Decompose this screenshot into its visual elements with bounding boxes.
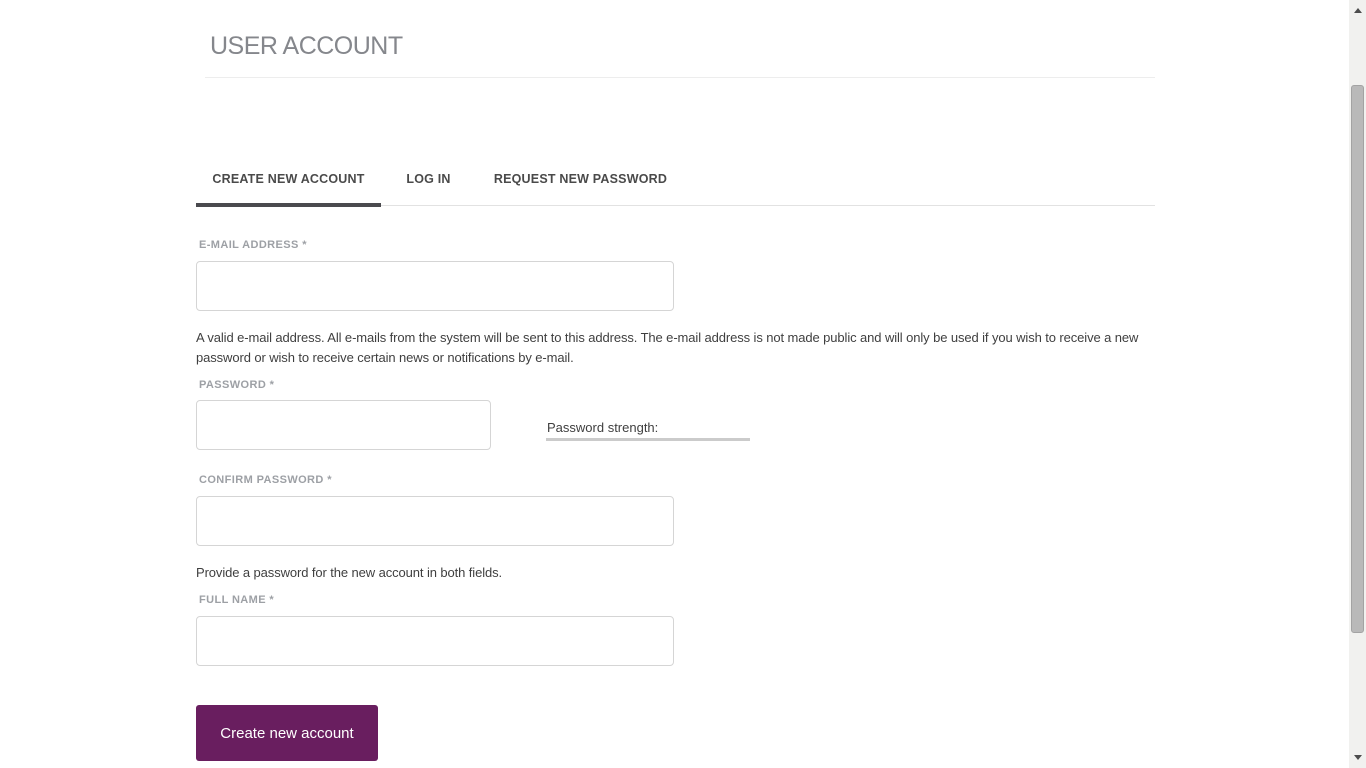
page-title: USER ACCOUNT — [210, 32, 403, 60]
password-field[interactable] — [196, 400, 491, 450]
email-help-text: A valid e-mail address. All e-mails from… — [196, 330, 1139, 365]
account-tabs: CREATE NEW ACCOUNT LOG IN REQUEST NEW PA… — [196, 150, 1155, 207]
confirm-password-label-text: CONFIRM PASSWORD — [199, 474, 324, 486]
password-strength-bar — [546, 438, 750, 441]
tab-create-new-account[interactable]: CREATE NEW ACCOUNT — [196, 150, 381, 207]
email-required-marker: * — [302, 239, 307, 251]
scrollbar-up-arrow-icon[interactable] — [1353, 8, 1362, 13]
tab-request-new-password[interactable]: REQUEST NEW PASSWORD — [476, 150, 685, 206]
full-name-label-text: FULL NAME — [199, 594, 266, 606]
confirm-password-label: CONFIRM PASSWORD * — [199, 474, 332, 486]
password-required-marker: * — [269, 379, 275, 391]
password-strength-label: Password strength: — [547, 420, 659, 435]
confirm-password-required-marker: * — [327, 474, 332, 486]
confirm-password-field[interactable] — [196, 496, 674, 546]
title-divider — [205, 77, 1155, 78]
full-name-field[interactable] — [196, 616, 674, 666]
confirm-password-help-text: Provide a password for the new account i… — [196, 565, 503, 580]
email-label-text: E-MAIL ADDRESS — [199, 239, 299, 251]
password-label-text: PASSWORD — [199, 379, 267, 391]
scrollbar-thumb[interactable] — [1351, 85, 1364, 633]
full-name-label: FULL NAME * — [199, 594, 274, 606]
full-name-required-marker: * — [269, 594, 275, 606]
email-field[interactable] — [196, 261, 674, 311]
tab-log-in[interactable]: LOG IN — [381, 150, 476, 206]
scrollbar[interactable] — [1349, 0, 1366, 768]
scrollbar-down-arrow-icon[interactable] — [1353, 755, 1362, 760]
create-account-button[interactable]: Create new account — [196, 705, 378, 761]
email-label: E-MAIL ADDRESS * — [199, 239, 307, 251]
password-label: PASSWORD * — [199, 379, 274, 391]
